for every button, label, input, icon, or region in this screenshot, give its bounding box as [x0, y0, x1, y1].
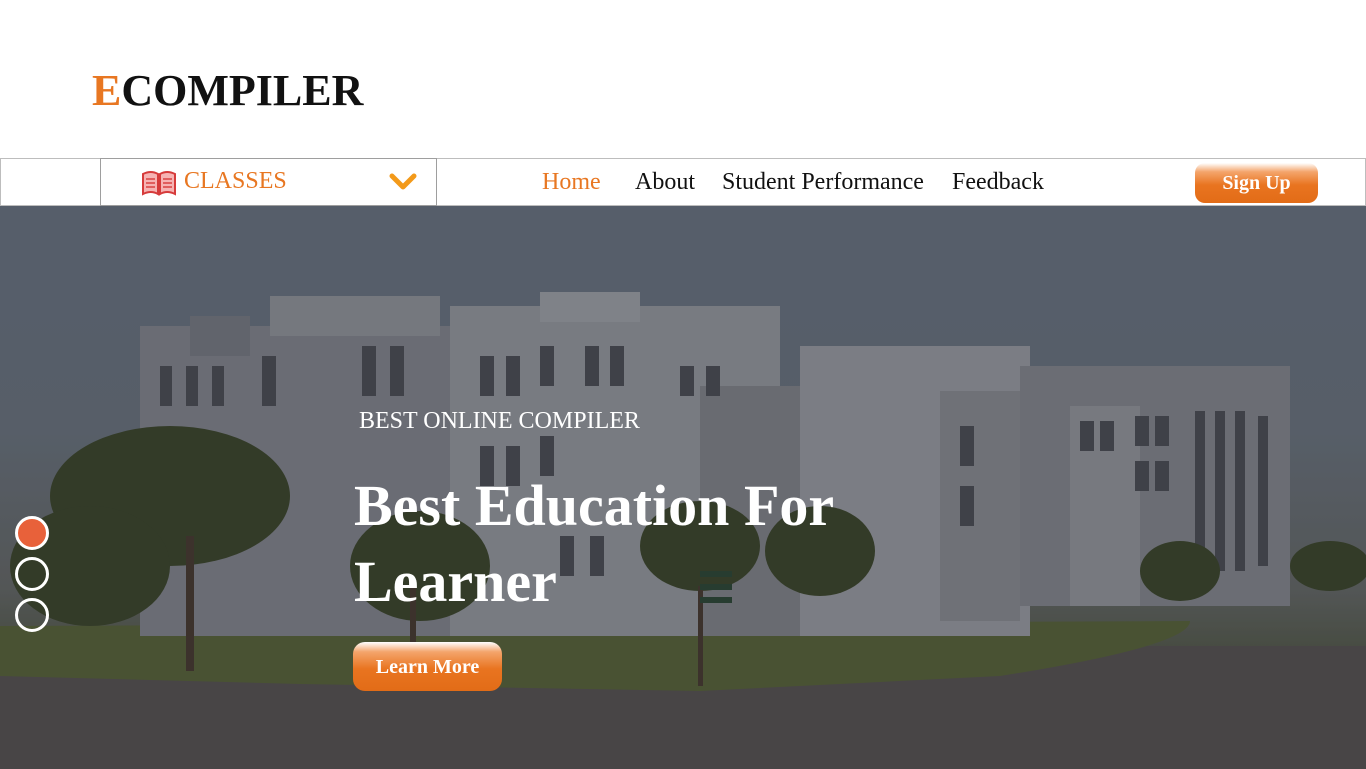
slide-dot-3[interactable]: [15, 598, 49, 632]
hero-banner: BEST ONLINE COMPILER Best Education For …: [0, 206, 1366, 769]
classes-label: CLASSES: [184, 168, 287, 194]
logo-rest: COMPILER: [121, 66, 364, 115]
site-header: ECOMPILER: [0, 0, 1366, 158]
logo-first-letter: E: [92, 66, 122, 115]
learn-more-button[interactable]: Learn More: [353, 642, 502, 691]
nav-link-feedback[interactable]: Feedback: [952, 167, 1044, 197]
nav-link-home[interactable]: Home: [542, 167, 601, 197]
main-navbar: CLASSES Home About Student Performance F…: [0, 158, 1366, 206]
site-logo[interactable]: ECOMPILER: [92, 66, 363, 116]
sign-up-button[interactable]: Sign Up: [1195, 163, 1318, 203]
classes-dropdown[interactable]: CLASSES: [100, 158, 437, 206]
hero-kicker-text: BEST ONLINE COMPILER: [359, 408, 640, 434]
nav-link-student-performance[interactable]: Student Performance: [722, 167, 924, 197]
hero-title: Best Education For Learner: [354, 473, 834, 614]
book-icon: [142, 171, 176, 196]
slide-dot-2[interactable]: [15, 557, 49, 591]
nav-link-about[interactable]: About: [635, 167, 695, 197]
chevron-down-icon: [389, 173, 417, 190]
slide-dot-1[interactable]: [15, 516, 49, 550]
